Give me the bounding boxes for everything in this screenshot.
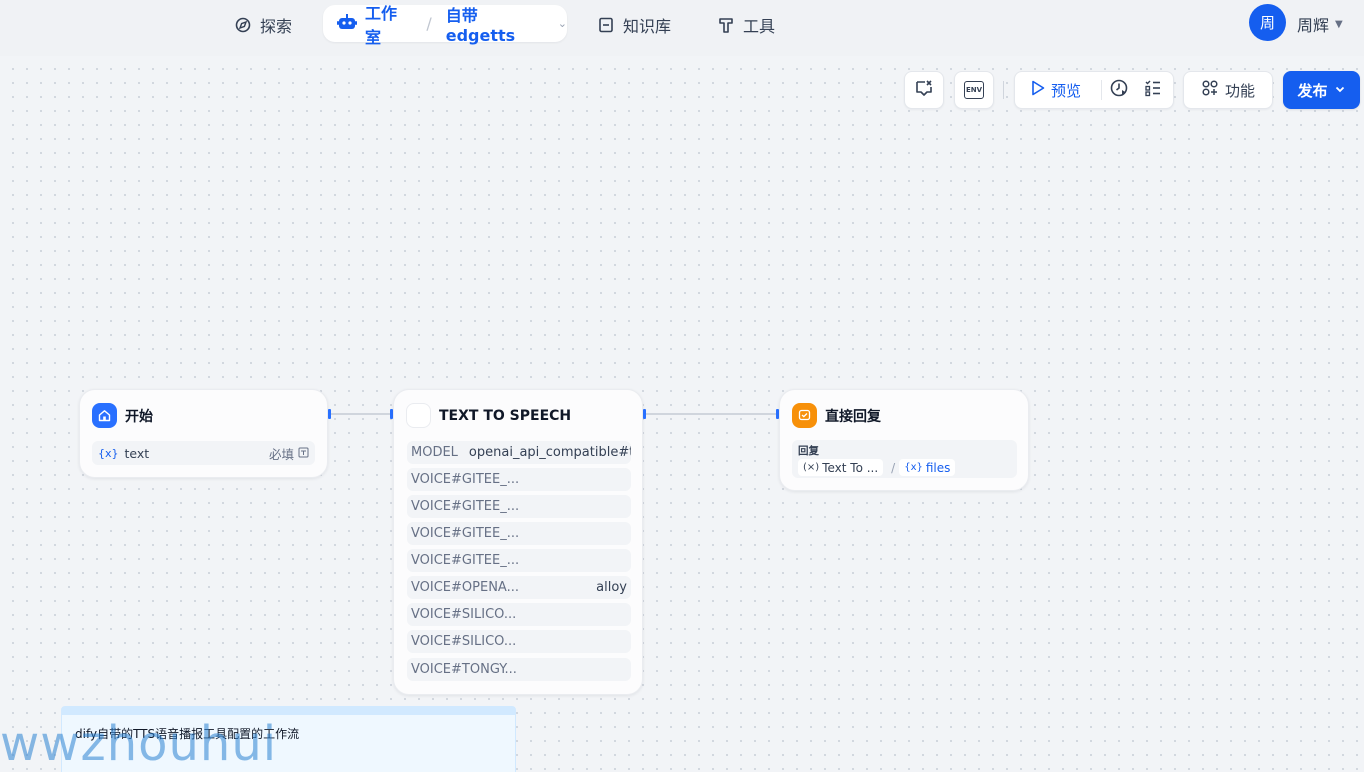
- play-icon: [1031, 80, 1045, 100]
- nav-explore[interactable]: 探索: [224, 8, 302, 42]
- hammer-icon: [717, 16, 735, 34]
- start-node[interactable]: 开始 {x} text 必填: [79, 389, 328, 478]
- features-button[interactable]: 功能: [1183, 71, 1273, 109]
- edge-tts-to-answer[interactable]: [646, 413, 777, 415]
- param-label: VOICE#SILICO...: [411, 607, 517, 622]
- run-button-group: 预览: [1014, 71, 1174, 109]
- compass-icon: [234, 16, 252, 34]
- clear-chat-button[interactable]: [904, 71, 944, 109]
- nav-tools-label: 工具: [743, 17, 776, 36]
- username: 周辉: [1297, 16, 1330, 35]
- robot-icon: [337, 13, 357, 35]
- answer-node-title: 直接回复: [825, 408, 881, 425]
- model-param-row: MODEL openai_api_compatible#tts-1: [407, 441, 631, 464]
- param-label: VOICE#GITEE_...: [411, 472, 520, 487]
- voice-param-row: VOICE#GITEE_...: [407, 549, 631, 572]
- start-node-header: 开始: [92, 403, 153, 428]
- answer-node[interactable]: 直接回复 回复 (×) Text To ... / {x} files: [779, 389, 1029, 491]
- chevron-down-icon: [1334, 81, 1346, 99]
- env-variables-button[interactable]: ENV: [954, 71, 994, 109]
- voice-param-row: VOICE#GITEE_...: [407, 468, 631, 491]
- home-icon: [92, 403, 117, 428]
- apps-add-icon: [1201, 79, 1219, 101]
- history-icon: [1109, 78, 1129, 102]
- toolbar-divider: [1003, 81, 1004, 99]
- features-label: 功能: [1224, 81, 1255, 100]
- checklist-icon: [1144, 79, 1162, 101]
- run-history-button[interactable]: [1102, 72, 1136, 108]
- text-input-icon: [298, 446, 309, 461]
- env-icon: ENV: [964, 81, 984, 99]
- param-label: VOICE#GITEE_...: [411, 526, 520, 541]
- voice-param-row: VOICE#SILICO...: [407, 603, 631, 626]
- nav-studio[interactable]: 工作室 / 自带edgetts ⌄: [323, 2, 567, 47]
- sticky-note[interactable]: dify自带的TTS语音播报工具配置的工作流: [61, 706, 516, 772]
- voice-param-row: VOICE#GITEE_...: [407, 495, 631, 518]
- nav-tools[interactable]: 工具: [707, 8, 785, 42]
- edge-start-to-tts[interactable]: [331, 413, 391, 415]
- source-node-chip: (×) Text To ...: [798, 459, 884, 476]
- tts-node[interactable]: TEXT TO SPEECH MODEL openai_api_compatib…: [393, 389, 643, 695]
- tts-node-title: TEXT TO SPEECH: [439, 407, 572, 424]
- preview-label: 预览: [1051, 81, 1082, 100]
- input-variable-row[interactable]: {x} text 必填: [92, 441, 315, 465]
- tts-tool-icon: [406, 403, 431, 428]
- tts-output-handle[interactable]: [643, 409, 646, 419]
- nav-explore-label: 探索: [260, 17, 293, 36]
- variable-icon: {x}: [98, 446, 119, 460]
- preview-button[interactable]: 预览: [1015, 80, 1101, 101]
- nav-studio-label: 工作室: [365, 3, 398, 47]
- checklist-button[interactable]: [1136, 72, 1170, 108]
- note-text[interactable]: dify自带的TTS语音播报工具配置的工作流: [75, 725, 299, 742]
- message-reply-icon: [792, 403, 817, 428]
- source-node-name: Text To ...: [822, 460, 879, 475]
- model-label: MODEL: [411, 445, 458, 460]
- voice-param-row: VOICE#SILICO...: [407, 630, 631, 653]
- param-label: VOICE#OPENA...: [411, 580, 519, 595]
- voice-param-row: VOICE#TONGY...: [407, 658, 631, 681]
- publish-button[interactable]: 发布: [1283, 71, 1360, 109]
- chevron-down-icon[interactable]: ⌄: [558, 17, 567, 30]
- tool-variable-icon: (×): [803, 462, 820, 473]
- book-icon: [597, 16, 615, 34]
- path-separator: /: [891, 460, 896, 475]
- message-clear-icon: [914, 78, 934, 102]
- user-menu[interactable]: 周辉 ▼: [1297, 12, 1343, 36]
- files-variable-chip: {x} files: [899, 459, 956, 476]
- required-label: 必填: [268, 446, 294, 462]
- model-value: openai_api_compatible#tts-1: [468, 445, 631, 460]
- tts-node-header: TEXT TO SPEECH: [406, 403, 571, 428]
- files-variable-name: files: [925, 460, 951, 475]
- nav-knowledge-label: 知识库: [623, 17, 672, 36]
- variable-name: text: [124, 445, 150, 461]
- avatar[interactable]: 周: [1249, 4, 1286, 41]
- start-node-title: 开始: [125, 408, 153, 425]
- param-label: VOICE#SILICO...: [411, 634, 517, 649]
- param-value: alloy: [596, 580, 627, 595]
- variable-icon: {x}: [904, 462, 923, 473]
- reply-content: 回复 (×) Text To ... / {x} files: [792, 440, 1017, 478]
- voice-param-row: VOICE#GITEE_...: [407, 522, 631, 545]
- param-label: VOICE#GITEE_...: [411, 499, 520, 514]
- chevron-down-icon: ▼: [1335, 18, 1343, 30]
- reply-variable-ref: (×) Text To ... / {x} files: [798, 459, 1011, 476]
- param-label: VOICE#GITEE_...: [411, 553, 520, 568]
- voice-param-row: VOICE#OPENA... alloy: [407, 576, 631, 599]
- top-navigation: 探索 工作室 / 自带edgetts ⌄ 知识库 工具 周 周辉 ▼: [0, 0, 1364, 56]
- answer-node-header: 直接回复: [792, 403, 881, 428]
- reply-label: 回复: [798, 445, 819, 457]
- required-badge: 必填: [269, 444, 309, 463]
- publish-label: 发布: [1297, 81, 1328, 100]
- start-output-handle[interactable]: [328, 409, 331, 419]
- app-name[interactable]: 自带edgetts: [446, 2, 546, 45]
- param-label: VOICE#TONGY...: [411, 662, 517, 677]
- breadcrumb-separator: /: [426, 14, 432, 33]
- nav-knowledge[interactable]: 知识库: [587, 8, 681, 42]
- note-header-bar: [62, 707, 515, 715]
